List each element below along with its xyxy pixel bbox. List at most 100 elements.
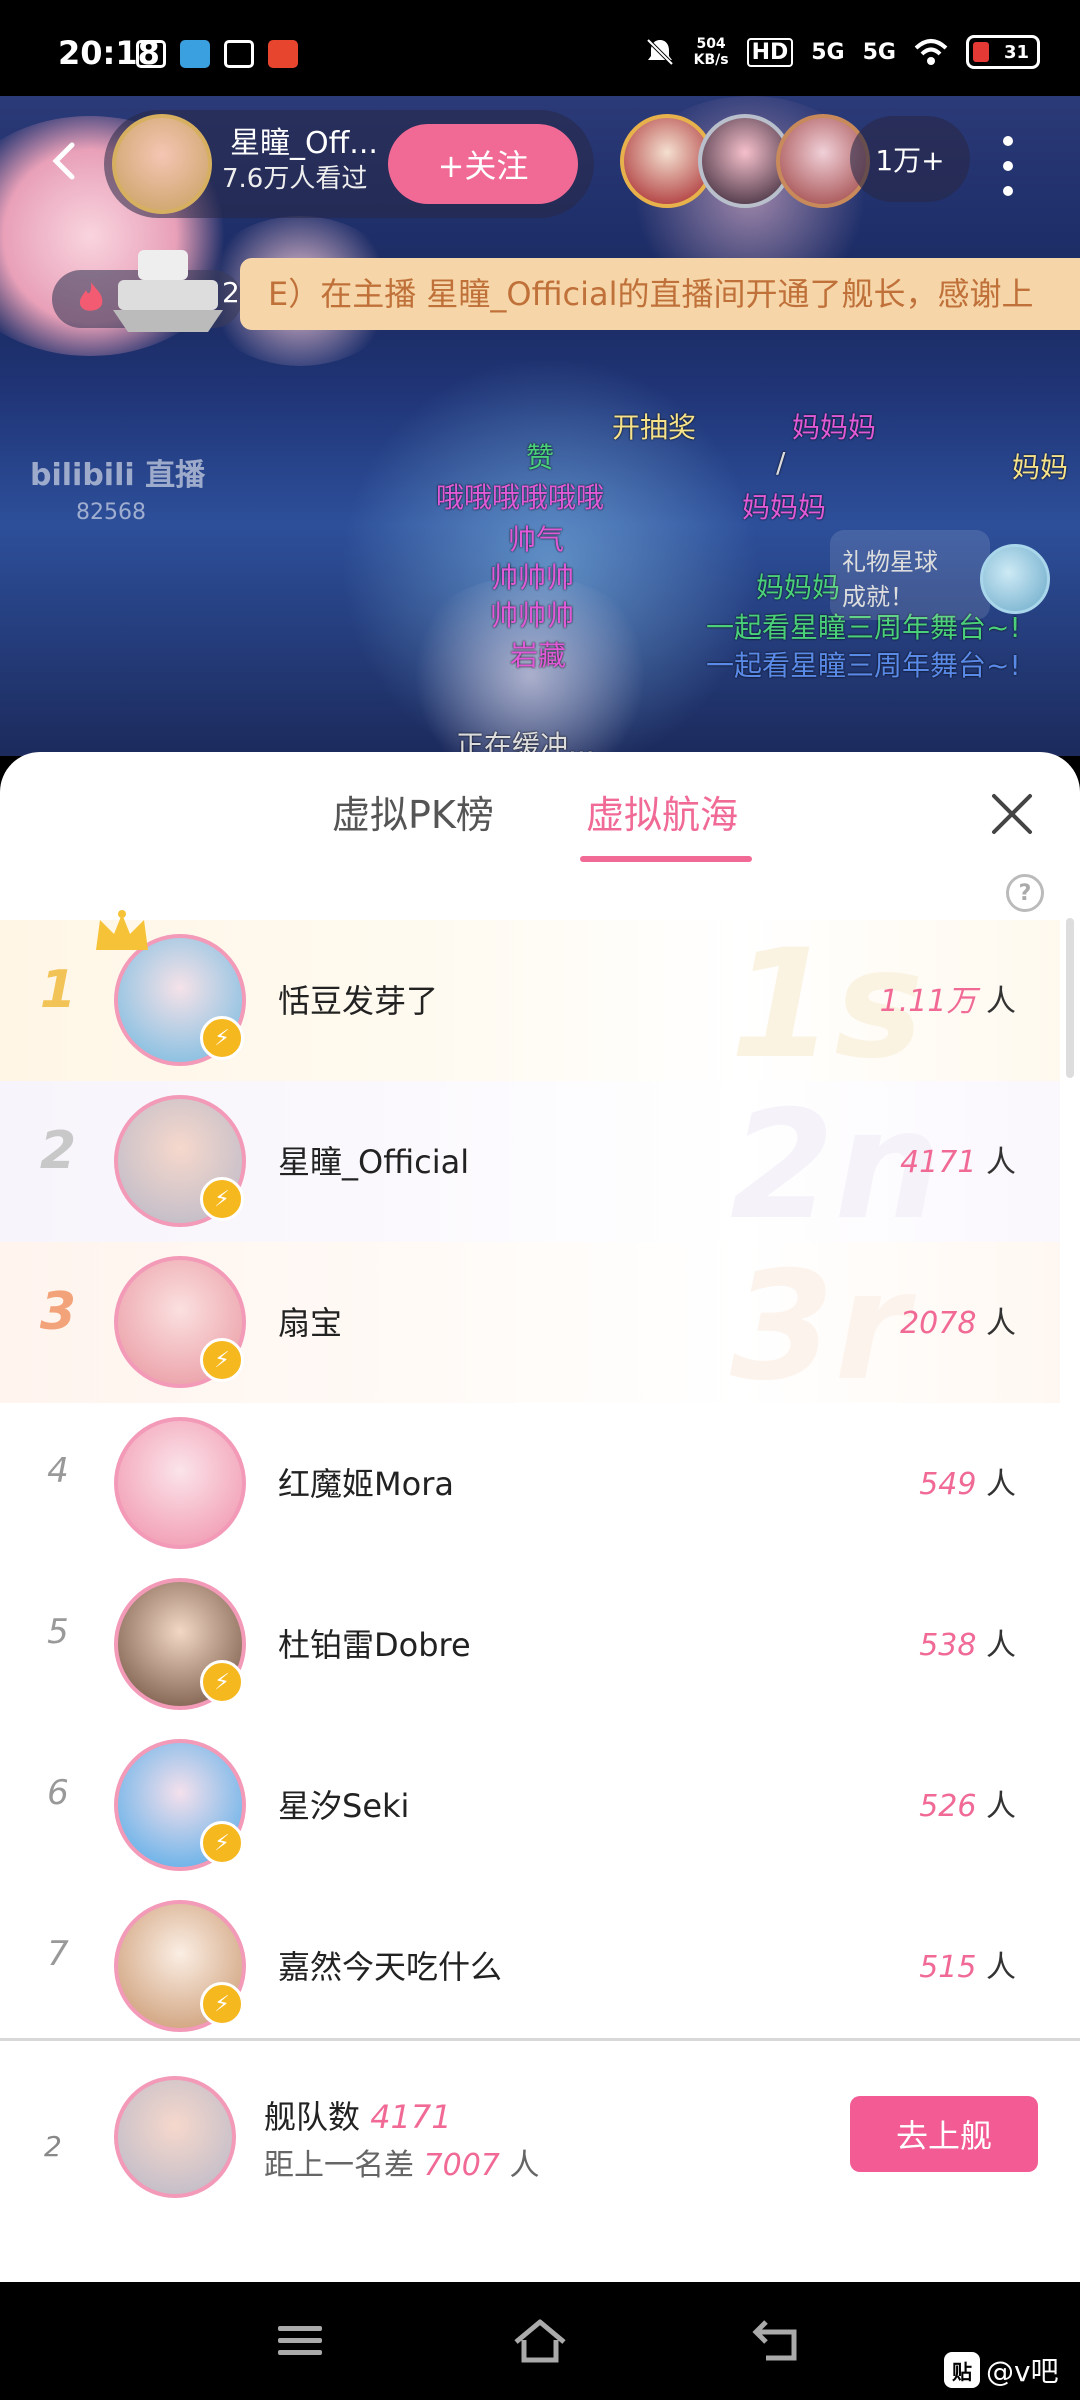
tieba-logo-icon: 贴 <box>944 2352 980 2388</box>
ranking-sheet: 虚拟PK榜 虚拟航海 ? 1s 1 ⚡ 恬豆发芽了 1.11万 人 2n 2 ⚡… <box>0 752 1080 2282</box>
lightning-badge-icon: ⚡ <box>200 1821 244 1865</box>
fleet-count: 1.11万 人 <box>879 984 1016 1019</box>
home-icon[interactable] <box>510 2316 570 2366</box>
tab-active-indicator <box>580 856 752 862</box>
ranking-row[interactable]: 2n 2 ⚡ 星瞳_Official 4171 人 <box>0 1081 1060 1242</box>
taobao-icon <box>268 40 298 68</box>
divider <box>0 2038 1080 2041</box>
room-id: 82568 <box>76 500 146 525</box>
fleet-count: 4171 人 <box>900 1145 1016 1180</box>
board-ship-button[interactable]: 去上舰 <box>850 2096 1038 2172</box>
danmaku-item: 妈妈妈 <box>742 491 827 524</box>
follow-button[interactable]: +关注 <box>388 124 578 204</box>
ranking-row[interactable]: 7 ⚡ 嘉然今天吃什么 515 人 <box>0 1886 1060 2047</box>
battery-indicator: 31 <box>966 35 1040 69</box>
mute-icon <box>646 38 674 66</box>
gap-line: 距上一名差 7007 人 <box>264 2148 540 2183</box>
lightning-badge-icon: ⚡ <box>200 1982 244 2026</box>
lightning-badge-icon: ⚡ <box>200 1016 244 1060</box>
close-icon[interactable] <box>990 792 1034 836</box>
ship-icon <box>113 250 223 332</box>
menu-icon[interactable] <box>270 2316 330 2366</box>
danmaku-item: 一起看星瞳三周年舞台~! <box>706 649 1021 682</box>
crown-icon <box>96 910 148 950</box>
danmaku-item: 妈妈 <box>1012 451 1069 484</box>
tv-app-icon <box>136 40 166 68</box>
calendar-icon <box>224 40 254 68</box>
lightning-badge-icon: ⚡ <box>200 1177 244 1221</box>
corner-watermark: 贴 @v吧 <box>944 2350 1059 2390</box>
gift-planet-card[interactable]: 礼物星球 成就！ <box>830 530 990 620</box>
my-rank-number: 2 <box>44 2130 62 2163</box>
system-nav-bar <box>0 2282 1080 2400</box>
bilibili-live-logo: bilibili 直播 <box>30 458 206 493</box>
fleet-notice-banner: E）在主播 星瞳_Official的直播间开通了舰长，感谢上 <box>240 258 1080 330</box>
ranking-row[interactable]: 5 ⚡ 杜铂雷Dobre 538 人 <box>0 1564 1060 1725</box>
username: 星汐Seki <box>278 1787 410 1825</box>
rank-number: 1 <box>39 960 77 1020</box>
username: 嘉然今天吃什么 <box>278 1948 503 1986</box>
wifi-icon <box>914 39 948 65</box>
fleet-size-line: 舰队数 4171 <box>264 2098 452 2136</box>
tab-virtual-voyage[interactable]: 虚拟航海 <box>586 784 738 839</box>
ranking-row[interactable]: 4 红魔姬Mora 549 人 <box>0 1403 1060 1564</box>
danmaku-item: 岩藏 <box>510 639 567 672</box>
signal-5g-2: 5G <box>862 39 896 65</box>
hd-icon: HD <box>746 37 794 67</box>
username: 杜铂雷Dobre <box>278 1626 471 1664</box>
username: 星瞳_Official <box>278 1143 470 1181</box>
rank-number: 4 <box>47 1451 69 1491</box>
live-top-bar: 星瞳_Off... 7.6万人看过 +关注 1万+ <box>0 96 1080 226</box>
online-rank-count[interactable]: 1万+ <box>850 116 970 202</box>
fire-icon <box>79 282 103 311</box>
host-name: 星瞳_Off... <box>230 126 378 161</box>
net-speed: 504 KB/s <box>693 36 729 68</box>
rank-watermark: 3r <box>730 1240 909 1414</box>
danmaku-item: 妈妈妈 <box>792 411 877 444</box>
danmaku-item: / <box>776 446 786 479</box>
danmaku-item: 开抽奖 <box>612 411 697 444</box>
rank-number: 6 <box>47 1773 69 1813</box>
help-icon[interactable]: ? <box>1006 874 1044 912</box>
host-avatar[interactable] <box>112 114 212 214</box>
fleet-count: 515 人 <box>919 1950 1016 1985</box>
fleet-notice-row: 2 E）在主播 星瞳_Official的直播间开通了舰长，感谢上 <box>0 240 1080 350</box>
fleet-count: 538 人 <box>919 1628 1016 1663</box>
gift-planet-sub: 成就！ <box>842 583 914 611</box>
rank-number: 2 <box>39 1121 77 1181</box>
danmaku-item: 妈妈妈 <box>756 571 841 604</box>
ranking-tabs: 虚拟PK榜 虚拟航海 <box>0 752 1080 872</box>
username: 扇宝 <box>278 1304 343 1342</box>
rank-number: 7 <box>47 1934 69 1974</box>
status-bar: 20:18 504 KB/s HD 5G 5G 31 <box>0 0 1080 96</box>
fleet-count: 2078 人 <box>900 1306 1016 1341</box>
back-icon[interactable] <box>750 2316 810 2366</box>
ranking-row[interactable]: 6 ⚡ 星汐Seki 526 人 <box>0 1725 1060 1886</box>
telegram-icon <box>180 40 210 68</box>
danmaku-item: 帅气 <box>508 523 565 556</box>
username: 恬豆发芽了 <box>278 982 439 1020</box>
gift-planet-title: 礼物星球 <box>842 548 938 576</box>
danmaku-item: 帅帅帅 <box>490 599 575 632</box>
fleet-count: 526 人 <box>919 1789 1016 1824</box>
username: 红魔姬Mora <box>278 1465 454 1503</box>
more-menu-icon[interactable] <box>996 136 1020 196</box>
danmaku-item: 哦哦哦哦哦哦 <box>436 481 605 514</box>
ranking-row[interactable]: 1s 1 ⚡ 恬豆发芽了 1.11万 人 <box>0 910 1060 1081</box>
my-avatar[interactable] <box>114 2076 236 2198</box>
lightning-badge-icon: ⚡ <box>200 1338 244 1382</box>
lightning-badge-icon: ⚡ <box>200 1660 244 1704</box>
avatar[interactable] <box>114 1417 246 1549</box>
rank-number: 5 <box>47 1612 69 1652</box>
host-viewers: 7.6万人看过 <box>222 164 368 194</box>
popularity-count: 2 <box>222 276 240 309</box>
fleet-count: 549 人 <box>919 1467 1016 1502</box>
gift-planet-icon[interactable] <box>980 544 1050 614</box>
ranking-row[interactable]: 3r 3 ⚡ 扇宝 2078 人 <box>0 1242 1060 1403</box>
tab-virtual-pk[interactable]: 虚拟PK榜 <box>332 784 494 839</box>
danmaku-item: 帅帅帅 <box>490 561 575 594</box>
signal-5g-1: 5G <box>811 39 845 65</box>
back-arrow-icon[interactable] <box>46 141 86 181</box>
scrollbar[interactable] <box>1066 918 1074 1078</box>
danmaku-item: 赞 <box>526 441 555 474</box>
